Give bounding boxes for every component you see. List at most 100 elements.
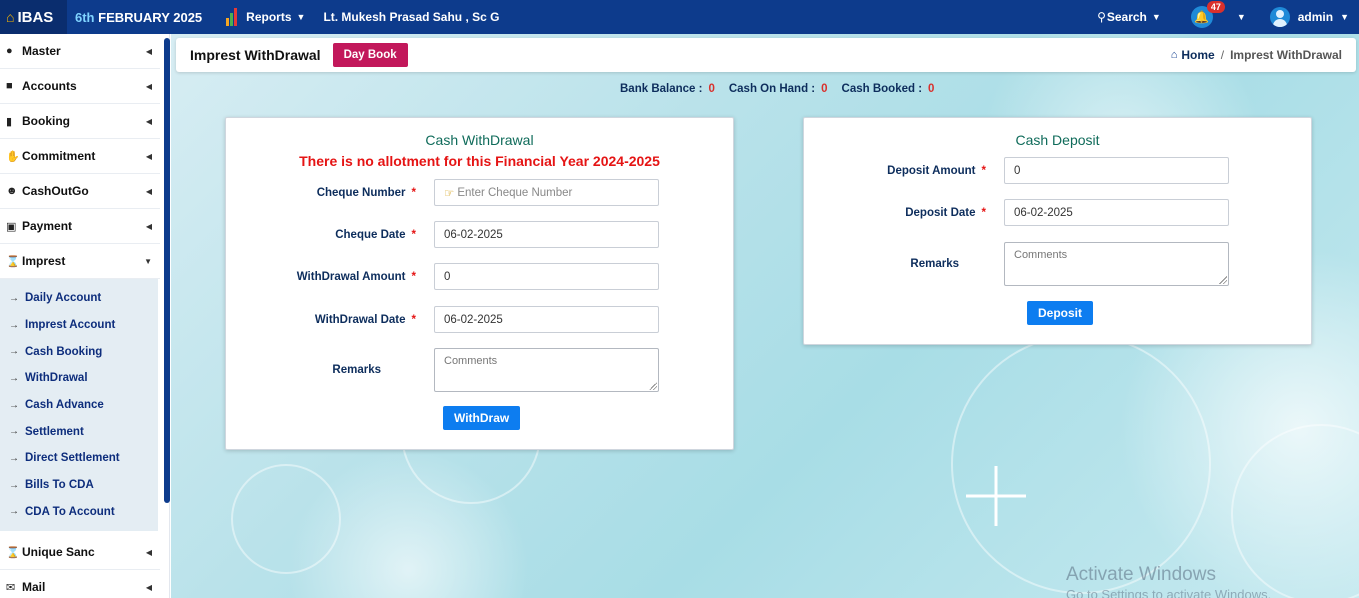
breadcrumb-home[interactable]: Home (1181, 48, 1214, 62)
arrow-right-icon: → (9, 372, 19, 384)
background-flare (966, 466, 1026, 526)
notifications-button[interactable]: 🔔 47 (1190, 1, 1225, 28)
sidebar-subitem-direct-settlement[interactable]: → Direct Settlement (0, 445, 158, 472)
sidebar-item-master[interactable]: ● Master ◀ (0, 34, 160, 69)
sidebar-item-unique-sanc[interactable]: ⌛ Unique Sanc ◀ (0, 535, 160, 571)
sidebar-item-payment[interactable]: ▣ Payment ◀ (0, 209, 160, 244)
arrow-right-icon: → (9, 319, 19, 331)
sidebar-subitem-withdrawal[interactable]: → WithDrawal (0, 365, 158, 392)
user-secret-icon: ☻ (6, 185, 18, 197)
cash-deposit-card: Cash Deposit Deposit Amount * 0 Deposit D… (803, 117, 1312, 345)
chevron-down-icon[interactable]: ▼ (1237, 12, 1246, 22)
deposit-amount-label: Deposit Amount * (887, 164, 986, 177)
chevron-left-icon: ◀ (145, 547, 152, 557)
sidebar-subitem-label: Daily Account (25, 292, 102, 305)
withdrawal-date-input[interactable]: 06-02-2025 (434, 306, 659, 333)
sidebar-item-label: Mail (22, 580, 46, 595)
sidebar-subitem-bills-to-cda[interactable]: → Bills To CDA (0, 472, 158, 499)
allotment-alert: There is no allotment for this Financial… (299, 153, 660, 169)
sidebar-item-label: CashOutGo (22, 184, 89, 198)
bar-chart-icon (226, 8, 240, 26)
activate-windows-subtext: Go to Settings to activate Windows. (1066, 587, 1272, 598)
arrow-right-icon: → (9, 399, 19, 411)
deposit-date-input[interactable]: 06-02-2025 (1004, 199, 1229, 226)
sidebar-subitem-cda-to-account[interactable]: → CDA To Account (0, 499, 158, 526)
sidebar-item-booking[interactable]: ▮ Booking ◀ (0, 104, 160, 139)
sidebar-subitem-imprest-account[interactable]: → Imprest Account (0, 312, 158, 339)
arrow-right-icon: → (9, 426, 19, 438)
arrow-right-icon: → (9, 292, 19, 304)
remarks-placeholder: Comments (1014, 249, 1068, 261)
sidebar-subitem-label: Settlement (25, 425, 84, 438)
withdrawal-amount-label: WithDrawal Amount * (296, 270, 416, 283)
sidebar-item-cashoutgo[interactable]: ☻ CashOutGo ◀ (0, 174, 160, 209)
user-avatar-icon[interactable] (1269, 7, 1290, 27)
imprest-submenu: → Daily Account → Imprest Account → Cash Bo… (0, 279, 158, 532)
sidebar-subitem-cash-booking[interactable]: → Cash Booking (0, 338, 158, 365)
user-name[interactable]: admin (1298, 10, 1333, 24)
withdraw-button[interactable]: WithDraw (443, 406, 521, 430)
sidebar-item-accounts[interactable]: ■ Accounts ◀ (0, 69, 160, 104)
cash-withdrawal-card: Cash WithDrawal There is no allotment fo… (225, 117, 734, 450)
chevron-left-icon: ◀ (145, 582, 152, 592)
main-content: Imprest WithDrawal Day Book ⌂ Home / Imp… (171, 34, 1359, 598)
sidebar-subitem-daily-account[interactable]: → Daily Account (0, 285, 158, 312)
deposit-button[interactable]: Deposit (1027, 301, 1094, 325)
hand-pointer-icon: ☞ (444, 187, 455, 200)
background-bokeh (1231, 424, 1359, 598)
sidebar-subitem-label: Bills To CDA (25, 479, 94, 492)
chevron-down-icon[interactable]: ▼ (1340, 12, 1349, 22)
chevron-left-icon: ◀ (145, 46, 152, 56)
sidebar: ● Master ◀ ■ Accounts ◀ ▮ Booking ◀ ✋ Co… (0, 34, 170, 598)
breadcrumb-separator: / (1220, 48, 1225, 62)
chevron-down-icon: ▼ (296, 12, 306, 22)
chevron-left-icon: ◀ (145, 81, 152, 91)
cash-booked-value: 0 (928, 83, 935, 95)
cheque-number-label: Cheque Number * (316, 186, 416, 199)
sidebar-item-imprest[interactable]: ⌛ Imprest ▼ (0, 244, 160, 279)
withdrawal-date-label: WithDrawal Date * (314, 313, 416, 326)
reports-label: Reports (246, 10, 292, 24)
cheque-date-input[interactable]: 06-02-2025 (434, 221, 659, 248)
resize-grip-icon[interactable] (649, 382, 657, 390)
search-icon: ⚲ (1097, 10, 1106, 24)
sidebar-subitem-settlement[interactable]: → Settlement (0, 418, 158, 445)
user-icon: ● (6, 45, 13, 57)
withdrawal-amount-input[interactable]: 0 (434, 263, 659, 290)
cheque-number-placeholder: Enter Cheque Number (457, 186, 573, 199)
sidebar-item-label: Booking (22, 114, 70, 128)
search-label: Search (1106, 10, 1147, 24)
money-icon: ▣ (6, 220, 17, 233)
sidebar-item-mail[interactable]: ✉ Mail ◀ (0, 570, 160, 598)
cheque-number-input[interactable]: ☞ Enter Cheque Number (434, 179, 659, 206)
cash-booked-label: Cash Booked : (841, 83, 923, 95)
background-bokeh (231, 464, 341, 574)
withdrawal-card-title: Cash WithDrawal (425, 132, 534, 148)
reports-menu[interactable]: Reports ▼ (226, 8, 305, 26)
sidebar-item-label: Master (22, 44, 61, 58)
sidebar-subitem-cash-advance[interactable]: → Cash Advance (0, 392, 158, 419)
top-navbar: ⌂ IBAS 6th FEBRUARY 2025 Reports ▼ Lt. M… (0, 0, 1359, 34)
bank-balance-label: Bank Balance : (620, 83, 703, 95)
sidebar-item-label: Accounts (22, 79, 77, 93)
resize-grip-icon[interactable] (1219, 276, 1227, 284)
deposit-remarks-textarea[interactable]: Comments (1004, 242, 1229, 286)
chevron-left-icon: ◀ (145, 116, 152, 126)
remarks-placeholder: Comments (444, 355, 498, 367)
sidebar-subitem-label: Cash Advance (25, 399, 104, 412)
withdrawal-remarks-textarea[interactable]: Comments (434, 348, 659, 392)
sidebar-subitem-label: WithDrawal (25, 372, 88, 385)
sidebar-item-commitment[interactable]: ✋ Commitment ◀ (0, 139, 160, 174)
date-month-year: FEBRUARY 2025 (98, 9, 203, 25)
deposit-amount-input[interactable]: 0 (1004, 157, 1229, 184)
hourglass-icon: ⌛ (6, 546, 20, 559)
balance-summary: Bank Balance : 0 Cash On Hand : 0 Cash B… (620, 83, 948, 95)
sidebar-subitem-label: Cash Booking (25, 345, 103, 358)
search-menu[interactable]: ⚲ Search ▼ (1097, 10, 1161, 24)
hourglass-icon: ⌛ (6, 255, 20, 268)
sidebar-scrollbar[interactable] (164, 38, 170, 503)
day-book-button[interactable]: Day Book (332, 43, 408, 67)
brand-logo[interactable]: ⌂ IBAS (0, 0, 67, 34)
bell-icon: 🔔 (1194, 10, 1210, 24)
bank-balance-value: 0 (708, 83, 715, 95)
